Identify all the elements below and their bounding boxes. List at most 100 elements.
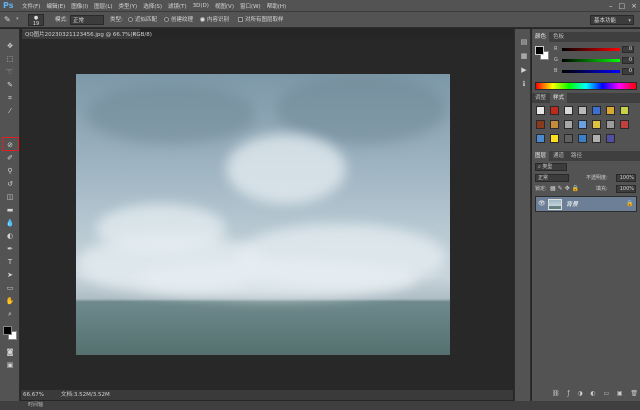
- style-swatch[interactable]: [536, 134, 545, 143]
- green-track[interactable]: [562, 59, 620, 62]
- foreground-color-swatch[interactable]: [3, 326, 12, 335]
- lock-options-icons[interactable]: ▦✎✥🔒: [550, 185, 581, 193]
- type-icon[interactable]: T: [4, 257, 16, 267]
- style-swatch[interactable]: [536, 120, 545, 129]
- green-value[interactable]: 0: [622, 57, 634, 64]
- eye-icon[interactable]: 👁: [538, 200, 546, 207]
- close-button[interactable]: ×: [631, 1, 637, 11]
- menu-select[interactable]: 选择(S): [143, 2, 162, 10]
- content-aware-radio[interactable]: 内容识别: [200, 15, 229, 25]
- style-swatch[interactable]: [592, 134, 601, 143]
- blue-track[interactable]: [562, 70, 620, 73]
- timeline-label[interactable]: 时间轴: [28, 401, 43, 410]
- menu-view[interactable]: 视图(V): [215, 2, 234, 10]
- clone-stamp-icon[interactable]: ⚲: [4, 166, 16, 176]
- menu-window[interactable]: 窗口(W): [240, 2, 261, 10]
- red-value[interactable]: 0: [622, 46, 634, 53]
- path-select-icon[interactable]: ➤: [4, 270, 16, 280]
- green-slider[interactable]: G 0: [554, 57, 636, 64]
- maximize-button[interactable]: □: [619, 1, 626, 11]
- layer-row-background[interactable]: 👁 背景 🔒: [535, 196, 637, 212]
- style-swatch[interactable]: [606, 120, 615, 129]
- color-foreground-swatch[interactable]: [535, 46, 544, 55]
- style-swatch[interactable]: [606, 134, 615, 143]
- history-brush-icon[interactable]: ↺: [4, 179, 16, 189]
- opacity-input[interactable]: 100%: [616, 174, 636, 182]
- actions-panel-icon[interactable]: ▶: [519, 65, 529, 75]
- menu-file[interactable]: 文件(F): [22, 2, 40, 10]
- dodge-icon[interactable]: ◐: [4, 231, 16, 241]
- color-spectrum-bar[interactable]: [535, 82, 637, 90]
- hand-icon[interactable]: ✋: [4, 296, 16, 306]
- mode-select[interactable]: 正常: [70, 15, 104, 25]
- lasso-icon[interactable]: ➰: [4, 67, 16, 77]
- minimize-button[interactable]: –: [609, 1, 613, 11]
- tab-adjustments[interactable]: 调整: [532, 93, 549, 103]
- group-icon[interactable]: ▭: [603, 390, 609, 399]
- style-swatch[interactable]: [620, 120, 629, 129]
- tab-layers[interactable]: 图层: [532, 151, 550, 161]
- style-swatch[interactable]: [578, 134, 587, 143]
- tab-channels[interactable]: 通道: [550, 151, 567, 161]
- lock-icon[interactable]: 🔒: [626, 200, 633, 207]
- style-swatch[interactable]: [620, 106, 629, 115]
- link-layers-icon[interactable]: ⛓: [552, 390, 560, 399]
- brush-size-picker[interactable]: ● 19: [28, 14, 44, 27]
- zoom-level[interactable]: 66.67%: [23, 390, 44, 400]
- marquee-icon[interactable]: ⬚: [4, 54, 16, 64]
- blue-value[interactable]: 0: [622, 68, 634, 75]
- screen-mode-icon[interactable]: ▣: [4, 360, 16, 370]
- layer-mask-icon[interactable]: ◑: [577, 390, 582, 399]
- fill-input[interactable]: 100%: [616, 185, 636, 193]
- document-tab[interactable]: QQ图片20230321123456.jpg @ 66.7%(RGB/8) ×: [22, 29, 152, 39]
- menu-help[interactable]: 帮助(H): [267, 2, 286, 10]
- history-panel-icon[interactable]: ▤: [519, 37, 529, 47]
- red-slider[interactable]: R 0: [554, 46, 636, 53]
- style-swatch[interactable]: [550, 120, 559, 129]
- trash-icon[interactable]: 🗑: [630, 390, 638, 399]
- menu-type[interactable]: 类型(Y): [119, 2, 138, 10]
- tool-preset-brush-icon[interactable]: ✎: [4, 15, 14, 25]
- blur-icon[interactable]: 💧: [4, 218, 16, 228]
- blue-slider[interactable]: B 0: [554, 68, 636, 75]
- sample-all-layers-checkbox[interactable]: 对所有图层取样: [238, 15, 284, 25]
- eyedropper-icon[interactable]: ⁄: [4, 106, 16, 116]
- shape-icon[interactable]: ▭: [4, 283, 16, 293]
- adjustment-layer-icon[interactable]: ◐: [590, 390, 595, 399]
- style-swatch[interactable]: [578, 106, 587, 115]
- properties-panel-icon[interactable]: ▦: [519, 51, 529, 61]
- style-swatch[interactable]: [564, 134, 573, 143]
- menu-layer[interactable]: 图层(L): [94, 2, 112, 10]
- gradient-icon[interactable]: ▬: [4, 205, 16, 215]
- eraser-icon[interactable]: ◫: [4, 192, 16, 202]
- tool-preset-dropdown-icon[interactable]: ▾: [16, 14, 19, 24]
- style-swatch[interactable]: [592, 106, 601, 115]
- move-icon[interactable]: ✥: [4, 41, 16, 51]
- quick-select-icon[interactable]: ✎: [4, 80, 16, 90]
- quick-mask-icon[interactable]: ◙: [4, 347, 16, 357]
- info-panel-icon[interactable]: ℹ: [519, 79, 529, 89]
- style-swatch[interactable]: [550, 134, 559, 143]
- pen-icon[interactable]: ✒: [4, 244, 16, 254]
- near-match-radio[interactable]: 近似匹配: [128, 15, 157, 25]
- zoom-icon[interactable]: ⌕: [4, 309, 16, 319]
- layer-filter-select[interactable]: ⌕ 类型: [535, 163, 567, 171]
- style-swatch[interactable]: [536, 106, 545, 115]
- menu-filter[interactable]: 滤镜(T): [168, 2, 187, 10]
- style-swatch[interactable]: [592, 120, 601, 129]
- crop-icon[interactable]: ⌗: [4, 93, 16, 103]
- menu-3d[interactable]: 3D(D): [193, 3, 209, 9]
- style-swatch[interactable]: [606, 106, 615, 115]
- tab-paths[interactable]: 路径: [568, 151, 585, 161]
- canvas-image[interactable]: [76, 74, 450, 355]
- tab-styles[interactable]: 样式: [550, 93, 568, 103]
- tab-color[interactable]: 颜色: [532, 32, 550, 42]
- workspace-preset-select[interactable]: 基本功能 ▾: [590, 15, 634, 25]
- brush-icon[interactable]: ✐: [4, 153, 16, 163]
- style-swatch[interactable]: [550, 106, 559, 115]
- layer-style-icon[interactable]: ƒ: [567, 390, 569, 399]
- menu-image[interactable]: 图像(I): [71, 2, 88, 10]
- style-swatch[interactable]: [578, 120, 587, 129]
- menu-edit[interactable]: 编辑(E): [46, 2, 65, 10]
- create-texture-radio[interactable]: 创建纹理: [164, 15, 193, 25]
